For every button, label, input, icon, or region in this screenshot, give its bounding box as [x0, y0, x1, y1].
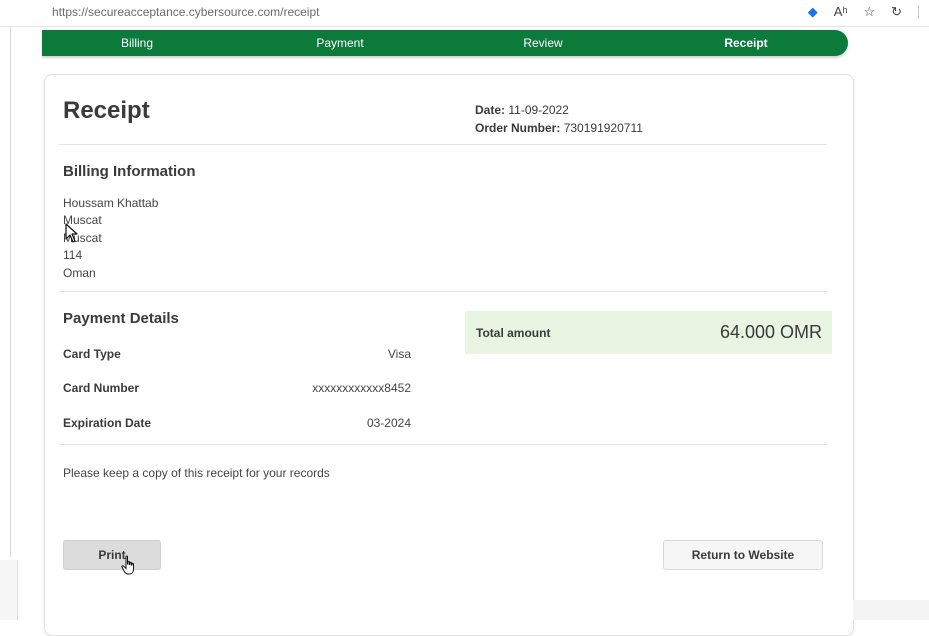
- billing-heading: Billing Information: [63, 163, 196, 180]
- arrow-cursor-icon: [65, 223, 78, 243]
- tag-icon[interactable]: ◆: [808, 3, 818, 21]
- address-url[interactable]: https://secureacceptance.cybersource.com…: [52, 5, 319, 19]
- page-background-strip: [853, 600, 929, 620]
- step-payment: Payment: [316, 36, 364, 50]
- browser-toolbar-icons: ◆ Aʰ ☆ ↻: [808, 3, 919, 21]
- billing-line: 114: [63, 248, 83, 263]
- step-receipt: Receipt: [724, 36, 768, 50]
- receipt-meta: Date: 11-09-2022 Order Number: 730191920…: [475, 101, 643, 137]
- left-panel-edge: [0, 27, 11, 557]
- expiration-date-value: 03-2024: [366, 416, 411, 430]
- records-note: Please keep a copy of this receipt for y…: [63, 466, 330, 480]
- page-title: Receipt: [63, 97, 150, 124]
- checkout-steps: Billing Payment Review Receipt: [42, 30, 848, 56]
- step-billing: Billing: [120, 36, 154, 50]
- order-number-value: 730191920711: [563, 121, 643, 135]
- left-panel-bottom: [0, 560, 18, 620]
- order-number-label: Order Number:: [475, 121, 561, 135]
- card-number-label: Card Number: [63, 381, 140, 395]
- expiration-date-label: Expiration Date: [63, 416, 152, 430]
- copilot-icon[interactable]: ↻: [891, 3, 902, 21]
- total-amount-value: 64.000 OMR: [719, 322, 822, 342]
- browser-address-bar: https://secureacceptance.cybersource.com…: [0, 0, 929, 27]
- divider: [59, 291, 827, 292]
- card-type-label: Card Type: [63, 347, 121, 361]
- billing-line: Oman: [63, 265, 96, 280]
- receipt-card: Receipt Date: 11-09-2022 Order Number: 7…: [44, 74, 854, 636]
- return-to-website-button[interactable]: Return to Website: [663, 540, 823, 570]
- favorite-icon[interactable]: ☆: [863, 3, 875, 21]
- date-value: 11-09-2022: [508, 103, 569, 117]
- read-aloud-icon[interactable]: Aʰ: [834, 3, 848, 21]
- card-number-value: xxxxxxxxxxxx8452: [312, 381, 411, 395]
- print-button[interactable]: Print: [63, 540, 161, 570]
- billing-line: Houssam Khattab: [63, 196, 159, 210]
- divider: [59, 144, 827, 145]
- toolbar-divider: [918, 5, 919, 19]
- step-review: Review: [523, 36, 563, 50]
- divider: [59, 444, 827, 445]
- card-type-value: Visa: [387, 347, 411, 361]
- payment-heading: Payment Details: [63, 310, 179, 327]
- date-label: Date:: [475, 103, 506, 117]
- total-amount-label: Total amount: [476, 326, 551, 340]
- hand-cursor-icon: [121, 555, 134, 575]
- total-amount-box: Total amount 64.000 OMR: [465, 311, 832, 354]
